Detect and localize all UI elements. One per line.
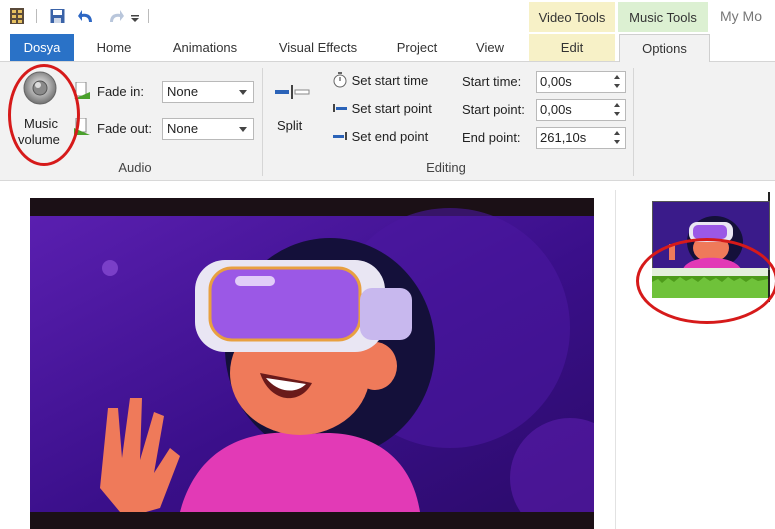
fade-out-value: None — [167, 121, 199, 136]
end-point-stepper[interactable]: 261,10s — [536, 127, 626, 149]
set-end-point-label: Set end point — [351, 129, 429, 144]
start-time-label: Start time: — [462, 74, 522, 89]
spin-up-icon[interactable] — [614, 131, 620, 135]
tab-animations[interactable]: Animations — [160, 34, 250, 61]
ribbon-panel: Music volume Fade in: None Fade out: Non… — [0, 62, 775, 181]
preview-image — [30, 198, 594, 529]
tab-view[interactable]: View — [464, 34, 516, 61]
redo-icon[interactable] — [106, 8, 124, 24]
chevron-down-icon — [239, 127, 247, 132]
end-point-label: End point: — [462, 130, 521, 145]
end-point-value: 261,10s — [540, 130, 587, 145]
qat-divider — [148, 9, 149, 23]
start-time-value: 0,00s — [540, 74, 572, 89]
fade-in-label: Fade in: — [97, 84, 144, 99]
fade-out-label: Fade out: — [97, 121, 152, 136]
set-start-time-label: Set start time — [351, 73, 429, 88]
tab-project[interactable]: Project — [384, 34, 450, 61]
spin-up-icon[interactable] — [614, 103, 620, 107]
set-end-point-icon — [332, 128, 348, 144]
spin-down-icon[interactable] — [614, 140, 620, 144]
music-tools-context: Music Tools — [618, 2, 708, 32]
set-start-time-button[interactable]: Set start time — [332, 72, 428, 92]
set-start-point-icon — [332, 100, 348, 116]
start-point-value: 0,00s — [540, 102, 572, 117]
audio-group-label: Audio — [118, 160, 152, 175]
spin-up-icon[interactable] — [614, 75, 620, 79]
tab-visual-effects[interactable]: Visual Effects — [266, 34, 370, 61]
tab-options[interactable]: Options — [619, 34, 710, 63]
fade-out-select[interactable]: None — [162, 118, 254, 140]
title-bar: Video Tools Music Tools My Mo — [0, 0, 775, 34]
editing-group-label: Editing — [426, 160, 466, 175]
split-label: Split — [277, 118, 303, 133]
storyboard-divider — [615, 190, 616, 529]
set-start-point-label: Set start point — [351, 101, 432, 116]
ribbon-tabs: Dosya Home Animations Visual Effects Pro… — [0, 34, 775, 63]
customize-qat-icon[interactable] — [130, 8, 140, 24]
fade-in-value: None — [167, 84, 199, 99]
annotation-circle-music-track — [636, 238, 775, 324]
app-icon[interactable] — [10, 8, 24, 24]
tab-edit[interactable]: Edit — [529, 34, 615, 61]
ribbon-separator — [262, 68, 263, 176]
ribbon-separator — [633, 68, 634, 176]
spin-down-icon[interactable] — [614, 112, 620, 116]
annotation-circle-music-volume — [8, 64, 80, 166]
video-preview[interactable] — [30, 198, 594, 529]
stopwatch-icon — [332, 72, 348, 88]
video-tools-context: Video Tools — [529, 2, 615, 32]
start-point-label: Start point: — [462, 102, 525, 117]
chevron-down-icon — [239, 90, 247, 95]
spin-down-icon[interactable] — [614, 84, 620, 88]
undo-icon[interactable] — [78, 8, 96, 24]
split-icon — [275, 85, 310, 99]
start-point-stepper[interactable]: 0,00s — [536, 99, 626, 121]
window-title: My Mo — [720, 8, 762, 24]
start-time-stepper[interactable]: 0,00s — [536, 71, 626, 93]
save-icon[interactable] — [50, 8, 65, 24]
split-button[interactable]: Split — [270, 80, 316, 136]
tab-home[interactable]: Home — [82, 34, 146, 61]
set-end-point-button[interactable]: Set end point — [332, 128, 428, 148]
tab-file[interactable]: Dosya — [10, 34, 74, 61]
qat-divider — [36, 9, 37, 23]
set-start-point-button[interactable]: Set start point — [332, 100, 432, 120]
fade-in-select[interactable]: None — [162, 81, 254, 103]
